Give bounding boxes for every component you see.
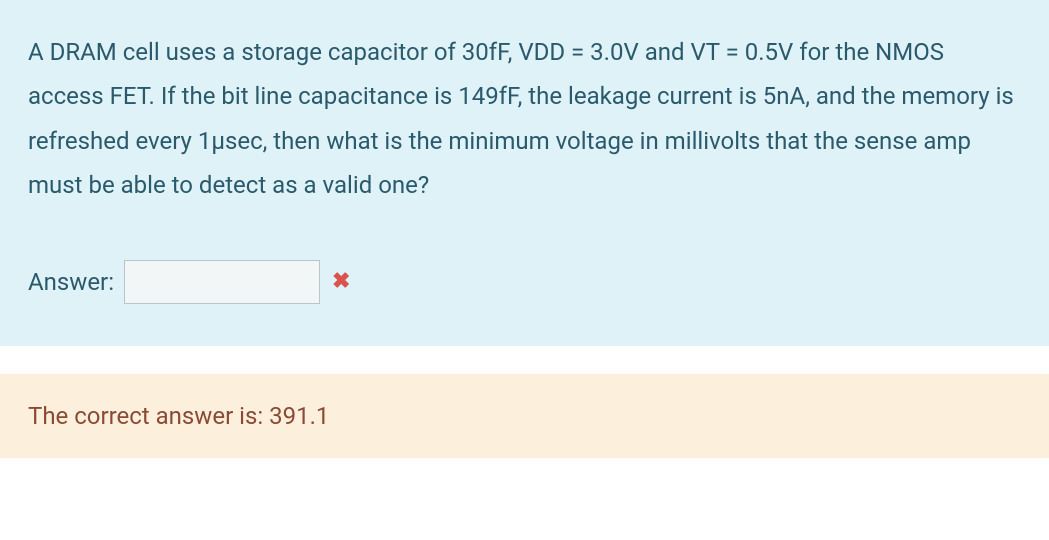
answer-row: Answer: ✖	[28, 260, 1021, 304]
correct-answer-text: The correct answer is: 391.1	[28, 402, 1021, 430]
correct-answer-block: The correct answer is: 391.1	[0, 374, 1049, 458]
question-block: A DRAM cell uses a storage capacitor of …	[0, 0, 1049, 346]
correct-prefix: The correct answer is:	[28, 402, 269, 430]
question-text: A DRAM cell uses a storage capacitor of …	[28, 30, 1021, 208]
cross-icon: ✖	[332, 269, 350, 294]
correct-value: 391.1	[269, 402, 329, 430]
answer-label: Answer:	[28, 268, 114, 296]
answer-input[interactable]	[124, 260, 320, 304]
